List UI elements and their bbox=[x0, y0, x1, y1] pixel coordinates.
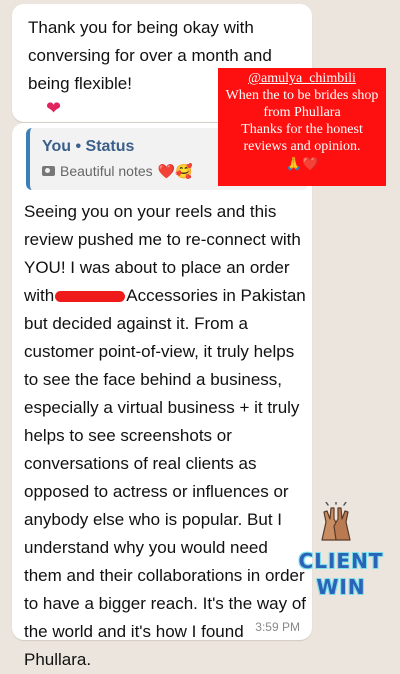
camera-icon bbox=[42, 166, 55, 176]
sticker-line2: WIN bbox=[316, 575, 366, 599]
high-five-hands-icon bbox=[321, 502, 351, 541]
overlay-handle: @amulya_chimbili bbox=[248, 71, 356, 86]
message-body: Seeing you on your reels and this review… bbox=[24, 198, 308, 674]
sticker-line1: CLIENT bbox=[298, 549, 384, 573]
message-body-part2: Accessories in Pakistan but decided agai… bbox=[24, 286, 307, 669]
quoted-status-caption: Beautiful notes bbox=[60, 163, 153, 179]
heart-emoji-icon: ❤️🥰 bbox=[157, 163, 193, 179]
heart-reaction-icon[interactable]: ❤ bbox=[46, 98, 61, 119]
message-timestamp: 3:59 PM bbox=[255, 620, 300, 634]
overlay-line1: When the to be brides shop from Phullara bbox=[225, 88, 379, 120]
client-win-sticker: CLIENT WIN bbox=[288, 548, 394, 600]
prayer-heart-emoji-icon: 🙏❤️ bbox=[285, 156, 319, 171]
overlay-caption: @amulya_chimbili When the to be brides s… bbox=[218, 68, 386, 186]
overlay-line2: Thanks for the honest reviews and opinio… bbox=[241, 122, 363, 154]
message-bubble-main[interactable]: You • Status Beautiful notes ❤️🥰 Seeing … bbox=[12, 123, 312, 669]
redaction-mark bbox=[55, 291, 126, 303]
